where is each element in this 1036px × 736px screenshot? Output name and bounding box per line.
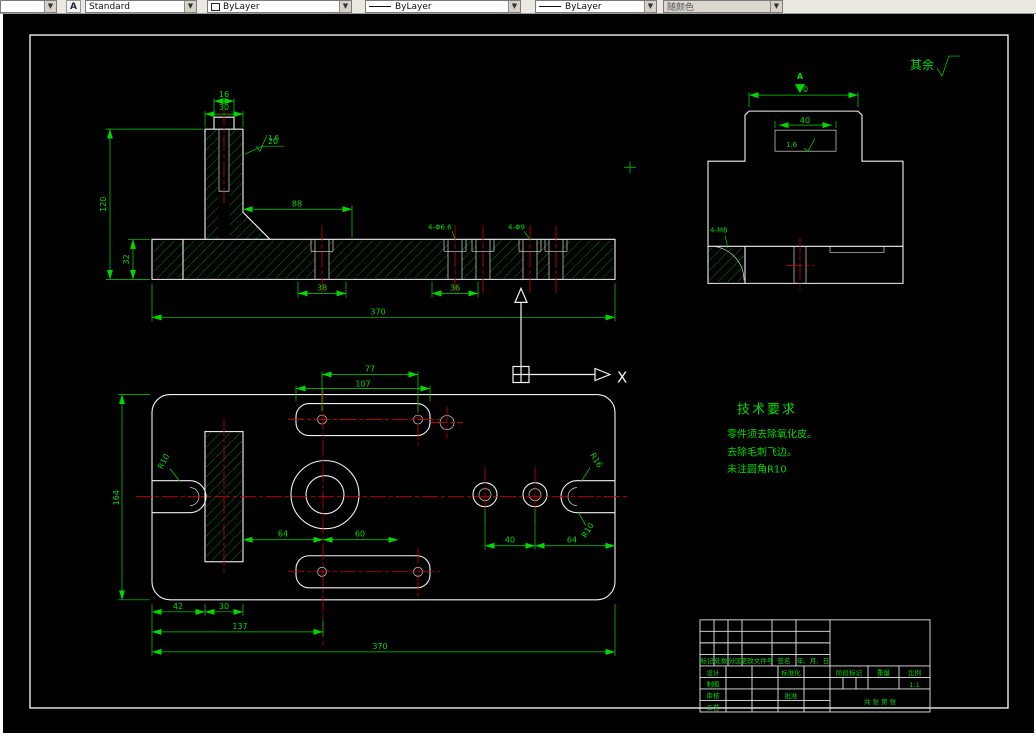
plan-view: 77 107 164 64 60 40 64 42 30 137 370 R10…	[112, 364, 630, 656]
front-section-view: 370 120 32 30 16 88 38 36 20 4-Φ6.6 4-Φ9…	[99, 90, 636, 322]
dim-plan-plate-width: 107	[355, 380, 370, 389]
tb-check: 审核	[707, 691, 720, 700]
tb-approve: 批准	[785, 691, 798, 700]
roughness-side: 1.6	[786, 141, 798, 149]
title-block: 标记 处数 分区 更改文件号 签名 年、月、日 设计 标准化 制图 审核 批准 …	[699, 619, 931, 713]
linetype-sample-icon	[369, 6, 391, 7]
tb-process: 工艺	[707, 703, 720, 711]
tech-requirements: 技术要求 零件须去除氧化皮。 去除毛刺飞边。 未注圆角R10	[727, 403, 817, 476]
dim-plan-inner1: 64	[278, 530, 288, 539]
dropdown-arrow-icon[interactable]: ▼	[44, 1, 56, 12]
workspace-combo[interactable]: ▼	[0, 0, 57, 13]
dim-front-span1: 38	[317, 283, 327, 292]
text-style-value: Standard	[89, 1, 130, 12]
drawing-svg: 370 120 32 30 16 88 38 36 20 4-Φ6.6 4-Φ9…	[29, 34, 1009, 713]
tb-standardization: 标准化	[781, 668, 801, 677]
dim-plan-total: 370	[372, 642, 387, 651]
plot-style-value: 随颜色	[667, 3, 695, 13]
hole-note-2: 4-Φ9	[508, 223, 525, 231]
dim-plan-hole-pitch: 77	[365, 364, 375, 373]
plot-style-combo[interactable]: 随颜色 ▼	[663, 0, 783, 13]
color-swatch-icon	[211, 2, 220, 11]
tb-scale-value: 1:1	[909, 681, 919, 689]
linetype-combo[interactable]: ByLayer ▼	[365, 0, 521, 13]
tech-req-title: 技术要求	[737, 403, 797, 418]
view-label-a: A	[797, 72, 804, 81]
linetype-value: ByLayer	[395, 1, 432, 12]
ucs-icon: X	[512, 286, 627, 387]
tb-weight: 重量	[877, 669, 890, 677]
dim-plan-inner2: 60	[355, 530, 365, 539]
dim-front-col-width: 30	[219, 103, 229, 112]
radius-right-2: R10	[580, 521, 596, 539]
cad-window: ▼ A Standard ▼ ByLayer ▼ ByLayer ▼ ByLay…	[0, 0, 1036, 736]
ucs-x-axis-label: X	[617, 369, 627, 387]
tb-rev-sign: 签名	[778, 656, 791, 665]
tb-sheet-info: 共 张 第 张	[864, 697, 897, 706]
color-value: ByLayer	[223, 1, 260, 12]
roughness-symbol-icon	[936, 55, 960, 77]
tb-rev-mark: 标记	[701, 656, 714, 665]
dim-front-total: 370	[370, 307, 385, 316]
text-style-icon[interactable]: A	[66, 0, 81, 13]
side-view: A 70 40 1.6 4-M8	[707, 72, 904, 292]
dim-plan-edge: 64	[567, 536, 577, 545]
main-toolbar: ▼ A Standard ▼ ByLayer ▼ ByLayer ▼ ByLay…	[0, 0, 1036, 14]
tb-stage-mark: 阶段标记	[836, 668, 862, 677]
surface-finish-note: 其余	[910, 55, 960, 77]
point-marker-icon	[624, 161, 636, 174]
lineweight-value: ByLayer	[565, 1, 602, 12]
drawing-canvas[interactable]: 370 120 32 30 16 88 38 36 20 4-Φ6.6 4-Φ9…	[0, 14, 1036, 736]
dropdown-arrow-icon[interactable]: ▼	[644, 1, 656, 12]
roughness-front: 1.6	[268, 134, 280, 142]
lineweight-sample-icon	[539, 6, 561, 7]
dropdown-arrow-icon[interactable]: ▼	[184, 1, 196, 12]
dim-side-top-width: 70	[798, 85, 808, 94]
tb-rev-count: 处数	[715, 656, 728, 665]
dim-front-height: 120	[99, 197, 108, 212]
tb-scale: 比例	[908, 668, 921, 677]
dropdown-arrow-icon[interactable]: ▼	[508, 1, 520, 12]
dim-front-step: 88	[292, 199, 302, 208]
tb-rev-file: 更改文件号	[741, 656, 774, 665]
color-combo[interactable]: ByLayer ▼	[207, 0, 352, 13]
dim-plan-height: 164	[112, 490, 121, 505]
hole-note-side: 4-M8	[710, 226, 727, 234]
dropdown-arrow-icon[interactable]: ▼	[339, 1, 351, 12]
dropdown-arrow-icon[interactable]: ▼	[770, 1, 782, 12]
radius-right-1: R16	[588, 451, 604, 469]
text-style-combo[interactable]: Standard ▼	[85, 0, 197, 13]
lineweight-combo[interactable]: ByLayer ▼	[535, 0, 657, 13]
surface-note-text: 其余	[910, 57, 934, 72]
tb-draft: 制图	[707, 679, 720, 688]
dim-plan-b1: 42	[173, 602, 183, 611]
tb-design: 设计	[707, 668, 720, 677]
tech-req-line3: 未注圆角R10	[727, 463, 787, 476]
dim-side-slot-width: 40	[800, 116, 810, 125]
dim-front-col-top: 16	[219, 90, 229, 99]
dim-front-span2: 36	[450, 283, 460, 292]
dim-front-base-height: 32	[122, 254, 131, 264]
dim-plan-pitch-small: 40	[505, 536, 515, 545]
hole-note-1: 4-Φ6.6	[428, 223, 452, 231]
tech-req-line2: 去除毛刺飞边。	[727, 446, 797, 459]
dim-plan-b3: 137	[232, 622, 247, 631]
dim-plan-b2: 30	[219, 602, 229, 611]
radius-left: R10	[156, 452, 171, 470]
tech-req-line1: 零件须去除氧化皮。	[727, 428, 817, 441]
tb-rev-date: 年、月、日	[797, 656, 829, 665]
